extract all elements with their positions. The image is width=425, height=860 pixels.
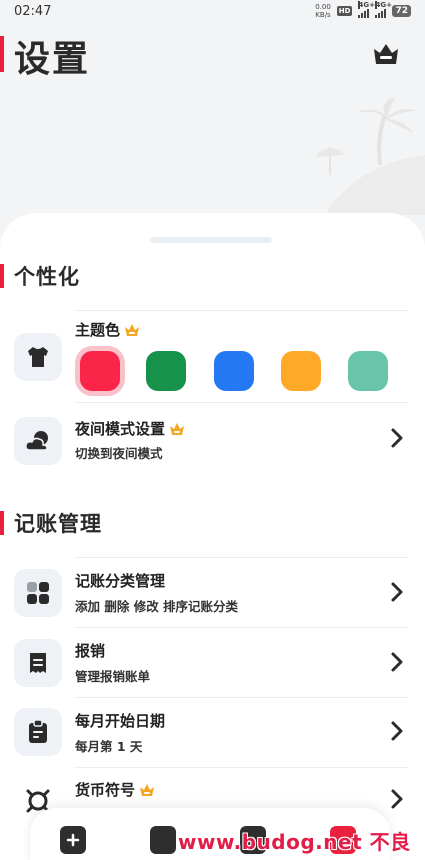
chevron-right-icon xyxy=(391,652,403,672)
night-mode-title-text: 夜间模式设置 xyxy=(75,420,166,438)
divider xyxy=(74,402,409,403)
chevron-right-icon xyxy=(391,582,403,602)
page-header: 设置 xyxy=(0,30,425,80)
status-bar: 02:47 0.00 KB/s HD 4G+ 4G+ 72 xyxy=(0,0,425,22)
section-header-bookkeeping: 记账管理 xyxy=(0,508,102,538)
monthly-start-date-subtitle: 每月第 1 天 xyxy=(75,739,143,754)
night-mode-title: 夜间模式设置 xyxy=(75,418,185,439)
receipt-icon xyxy=(30,653,46,673)
theme-color-swatches xyxy=(74,347,394,395)
color-swatch-orange[interactable] xyxy=(281,351,321,391)
shirt-icon xyxy=(28,347,48,367)
divider xyxy=(74,310,409,311)
crown-icon xyxy=(140,783,155,796)
signal-icon: 4G+ xyxy=(358,1,375,18)
network-speed: 0.00 KB/s xyxy=(315,3,331,19)
category-management-title: 记账分类管理 xyxy=(75,572,166,590)
color-swatch-red[interactable] xyxy=(80,351,120,391)
section-accent-bar xyxy=(0,264,4,288)
chevron-right-icon xyxy=(391,721,403,741)
divider xyxy=(74,627,409,628)
divider xyxy=(74,767,409,768)
category-icon-box xyxy=(14,569,62,617)
title-accent-bar xyxy=(0,36,4,72)
crown-basket-icon xyxy=(374,44,398,64)
night-mode-icon-box xyxy=(14,417,62,465)
hd-badge: HD xyxy=(336,6,353,16)
reimbursement-icon-box xyxy=(14,639,62,687)
section-accent-bar xyxy=(0,511,4,535)
battery-indicator: 72 xyxy=(392,5,411,17)
monthly-start-date-title: 每月开始日期 xyxy=(75,712,166,730)
color-swatch-blue[interactable] xyxy=(214,351,254,391)
status-icons: 0.00 KB/s HD 4G+ 4G+ 72 xyxy=(315,1,411,19)
premium-button[interactable] xyxy=(371,40,401,68)
theme-icon-box xyxy=(14,333,62,381)
section-header-personalization: 个性化 xyxy=(0,261,80,291)
section-title: 个性化 xyxy=(14,265,80,289)
theme-title: 主题色 xyxy=(75,321,121,339)
signal-label: 4G+ xyxy=(375,1,392,9)
theme-row-title: 主题色 xyxy=(75,319,140,340)
calendar-icon-box xyxy=(14,708,62,756)
currency-symbol-title: 货币符号 xyxy=(75,779,155,800)
watermark-text: www.budog.net 不良社区 xyxy=(178,830,411,860)
section-title: 记账管理 xyxy=(14,512,102,536)
drag-handle[interactable] xyxy=(150,237,272,243)
chevron-right-icon xyxy=(391,428,403,448)
page-title: 设置 xyxy=(14,39,91,80)
signal-label: 4G+ xyxy=(358,1,375,9)
network-speed-unit: KB/s xyxy=(315,11,331,19)
calendar-clipboard-icon xyxy=(29,719,47,743)
night-mode-subtitle: 切换到夜间模式 xyxy=(75,446,163,461)
chevron-right-icon xyxy=(391,789,403,809)
settings-card: 个性化 主题色 夜间模式设置 切换到夜间模式 记账管理 记账分类管理 添加 删除… xyxy=(0,213,425,860)
color-swatch-teal[interactable] xyxy=(348,351,388,391)
cloud-moon-icon xyxy=(25,431,48,451)
divider xyxy=(74,557,409,558)
crown-icon xyxy=(125,323,140,336)
category-management-subtitle: 添加 删除 修改 排序记账分类 xyxy=(75,599,239,614)
reimbursement-subtitle: 管理报销账单 xyxy=(75,669,151,684)
currency-symbol-title-text: 货币符号 xyxy=(75,781,136,799)
reimbursement-title: 报销 xyxy=(75,642,106,660)
network-speed-value: 0.00 xyxy=(315,3,331,11)
add-record-icon[interactable] xyxy=(60,826,86,854)
color-swatch-green[interactable] xyxy=(146,351,186,391)
signal-icon: 4G+ xyxy=(375,1,392,18)
palm-island-illustration xyxy=(315,97,425,215)
category-grid-icon xyxy=(27,582,49,604)
plus-icon xyxy=(66,833,80,847)
crown-icon xyxy=(170,422,185,435)
divider xyxy=(74,697,409,698)
nav-item-icon[interactable] xyxy=(150,826,176,854)
status-time: 02:47 xyxy=(14,3,52,19)
